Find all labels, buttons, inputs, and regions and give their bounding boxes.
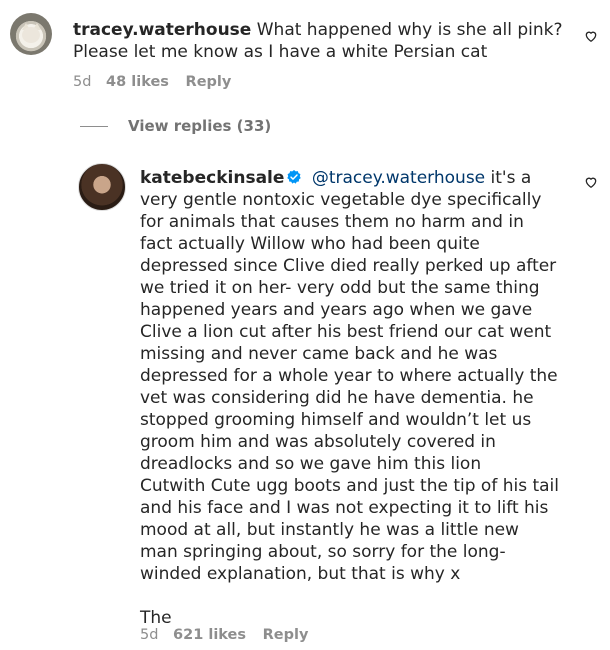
avatar[interactable] (10, 13, 52, 55)
reply-button[interactable]: Reply (263, 627, 309, 643)
comment-username[interactable]: tracey.waterhouse (73, 20, 251, 40)
comment-username[interactable]: katebeckinsale (140, 168, 284, 188)
comment-meta: 5d 48 likes Reply (73, 74, 231, 90)
view-replies-label[interactable]: View replies (33) (128, 117, 271, 135)
heart-outline-icon[interactable] (584, 175, 598, 189)
comment-likes[interactable]: 621 likes (173, 627, 246, 643)
divider-line (80, 126, 108, 127)
heart-outline-icon[interactable] (584, 29, 598, 43)
comment-text-continued: Cutwith Cute ugg boots and just the tip … (140, 476, 560, 584)
view-replies-button[interactable]: View replies (33) (80, 117, 271, 135)
comment-meta: 5d 621 likes Reply (140, 627, 308, 643)
comment-body: katebeckinsale @tracey.waterhouse it's a… (140, 167, 560, 629)
comment-text-end: The (140, 608, 172, 628)
comment-body: tracey.waterhouse What happened why is s… (73, 19, 573, 63)
reply-button[interactable]: Reply (186, 74, 232, 90)
comment-likes[interactable]: 48 likes (106, 74, 169, 90)
comment-text: it's a very gentle nontoxic vegetable dy… (140, 168, 558, 474)
comment-time[interactable]: 5d (73, 74, 91, 90)
verified-badge-icon (287, 170, 302, 184)
avatar[interactable] (78, 163, 126, 211)
comment-time[interactable]: 5d (140, 627, 158, 643)
mention-link[interactable]: @tracey.waterhouse (312, 168, 485, 188)
